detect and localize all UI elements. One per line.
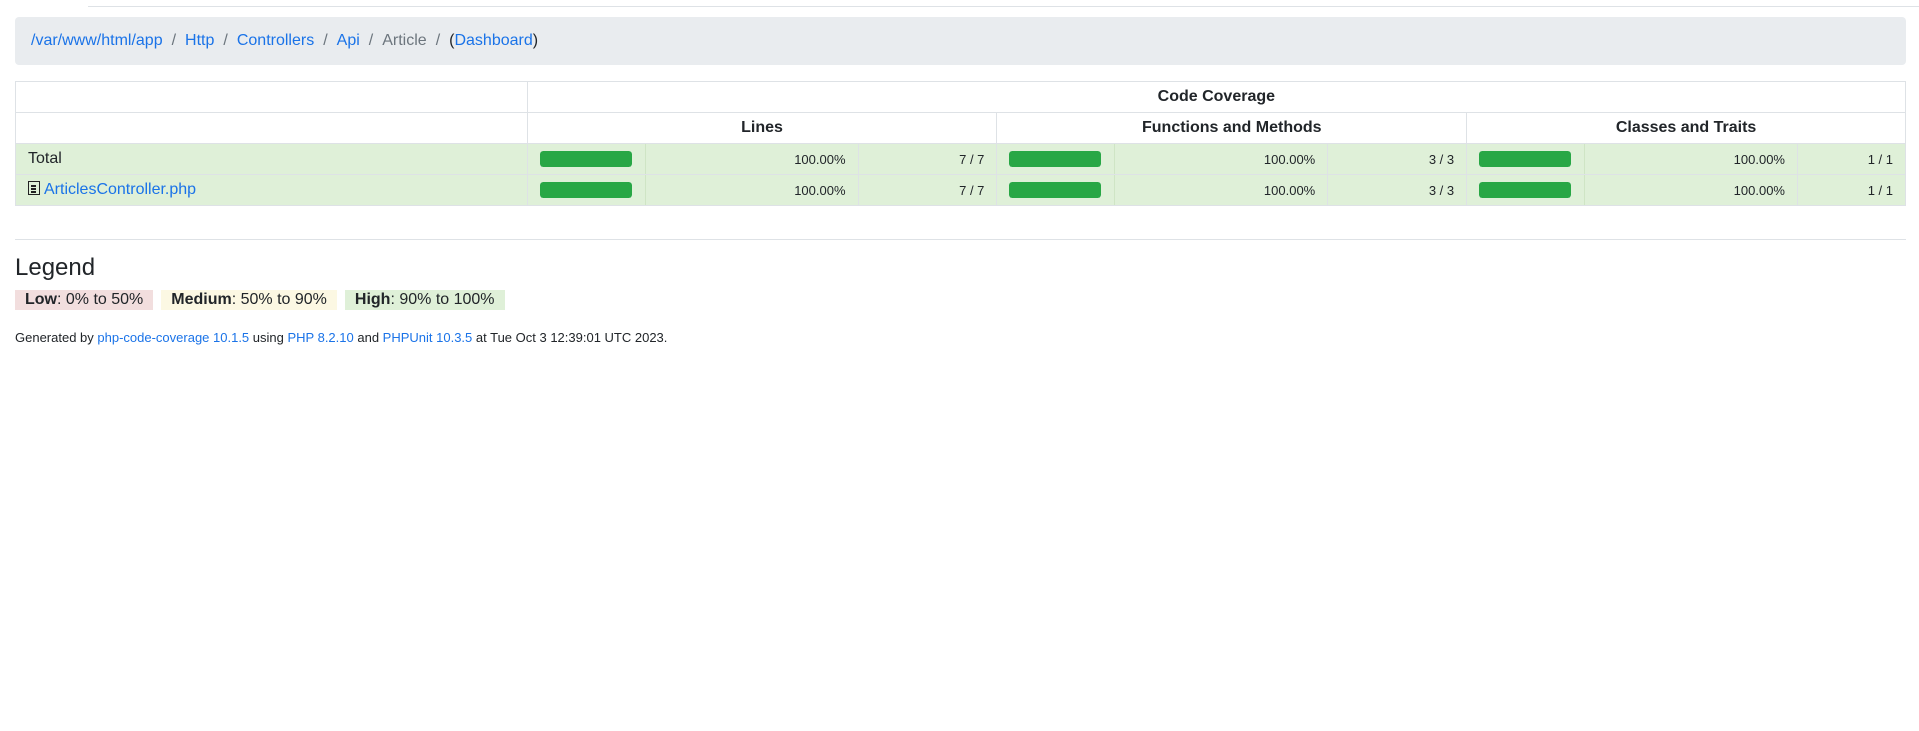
legend-high: High: 90% to 100% <box>344 290 505 310</box>
functions-progress-bar <box>1009 151 1102 167</box>
file-icon <box>28 181 40 195</box>
file-link-articles-controller[interactable]: ArticlesController.php <box>44 181 196 198</box>
column-header-lines: Lines <box>526 112 998 144</box>
functions-ratio: 3 / 3 <box>1327 174 1468 206</box>
breadcrumb-separator: / <box>223 32 228 49</box>
breadcrumb-item-api[interactable]: Api <box>337 32 360 50</box>
functions-progress-bar <box>1009 182 1102 198</box>
legend-title: Legend <box>15 254 96 281</box>
classes-percent: 100.00% <box>1584 174 1798 206</box>
header-empty-cell <box>15 112 528 144</box>
column-header-classes: Classes and Traits <box>1466 112 1906 144</box>
php-link[interactable]: PHP 8.2.10 <box>287 330 353 345</box>
breadcrumb-separator: / <box>368 32 374 49</box>
lines-ratio: 7 / 7 <box>857 143 998 175</box>
classes-percent: 100.00% <box>1584 143 1798 175</box>
legend: Low: 0% to 50% Medium: 50% to 90% High: … <box>15 290 1906 310</box>
phpunit-link[interactable]: PHPUnit 10.3.5 <box>383 330 473 345</box>
lines-ratio: 7 / 7 <box>857 174 998 206</box>
footer: Generated by php-code-coverage 10.1.5 us… <box>15 330 668 345</box>
breadcrumb-item-http[interactable]: Http <box>185 32 214 50</box>
column-header-functions: Functions and Methods <box>996 112 1468 144</box>
legend-low: Low: 0% to 50% <box>15 290 154 310</box>
code-coverage-header: Code Coverage <box>526 81 1907 113</box>
lines-percent: 100.00% <box>644 143 859 175</box>
breadcrumb-separator: / <box>323 32 328 49</box>
lines-percent: 100.00% <box>644 174 859 206</box>
classes-progress-bar <box>1479 182 1572 198</box>
table-row-file: ArticlesController.php 100.00% 7 / 7 100… <box>15 174 1907 206</box>
classes-ratio: 1 / 1 <box>1796 143 1907 175</box>
table-row-total: Total 100.00% 7 / 7 100.00% 3 / 3 100.00… <box>15 143 1907 175</box>
section-divider <box>15 239 1906 240</box>
lines-progress-bar <box>539 151 632 167</box>
header-empty-cell <box>15 81 528 113</box>
breadcrumb-item-controllers[interactable]: Controllers <box>237 32 314 50</box>
row-name-total: Total <box>15 143 528 175</box>
coverage-table: Code Coverage Lines Functions and Method… <box>15 81 1907 206</box>
lines-progress-bar <box>539 182 632 198</box>
php-code-coverage-link[interactable]: php-code-coverage 10.1.5 <box>97 330 249 345</box>
classes-ratio: 1 / 1 <box>1796 174 1907 206</box>
breadcrumb-item-article: Article <box>382 32 427 49</box>
dashboard-link[interactable]: Dashboard <box>454 32 532 50</box>
breadcrumb-separator: / <box>171 32 177 49</box>
functions-ratio: 3 / 3 <box>1327 143 1468 175</box>
functions-percent: 100.00% <box>1114 174 1329 206</box>
legend-medium: Medium: 50% to 90% <box>161 290 337 310</box>
top-divider <box>88 6 1919 7</box>
page-container: /var/www/html/app / Http / Controllers /… <box>15 17 1907 345</box>
breadcrumb-separator: / <box>435 32 441 49</box>
classes-progress-bar <box>1479 151 1572 167</box>
breadcrumb-item-app[interactable]: /var/www/html/app <box>31 32 163 50</box>
close-paren: ) <box>532 32 539 49</box>
breadcrumb: /var/www/html/app / Http / Controllers /… <box>15 17 1906 65</box>
functions-percent: 100.00% <box>1114 143 1329 175</box>
